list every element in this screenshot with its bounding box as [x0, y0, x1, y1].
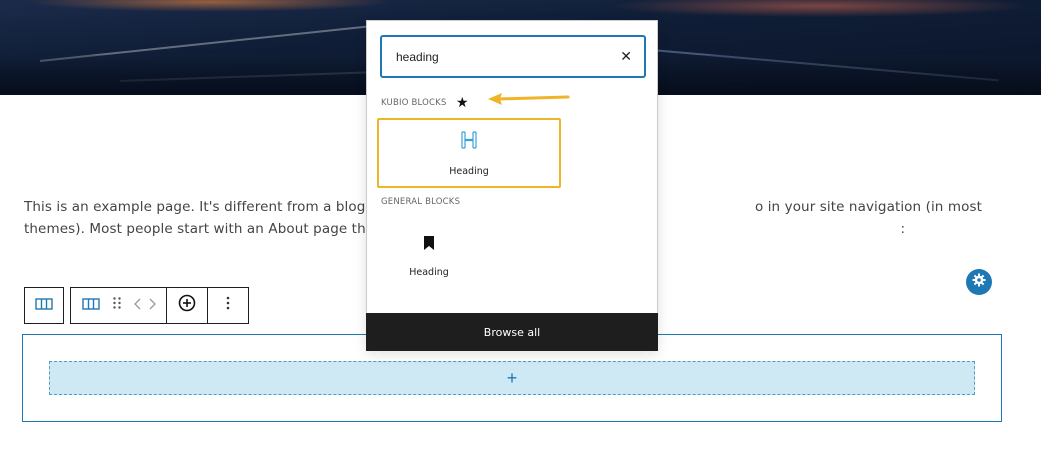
columns-icon [35, 297, 53, 315]
category-label-general: GENERAL BLOCKS [381, 197, 461, 207]
columns-icon[interactable] [81, 297, 100, 315]
browse-all-label: Browse all [483, 325, 541, 339]
general-heading-block[interactable]: Heading [379, 221, 479, 293]
block-settings-button[interactable] [966, 269, 992, 295]
category-label-kubio: KUBIO BLOCKS [381, 98, 447, 108]
star-icon: ★ [456, 94, 469, 110]
block-toolbar [70, 287, 249, 324]
drag-handle-icon[interactable] [112, 296, 122, 315]
block-search-input[interactable] [396, 49, 621, 64]
move-arrows-icon[interactable] [133, 297, 156, 315]
block-label: Heading [449, 166, 489, 177]
browse-all-button[interactable]: Browse all [366, 313, 658, 351]
kubio-heading-block[interactable]: Heading [377, 118, 561, 188]
block-appender-button[interactable]: + [49, 361, 975, 395]
block-inserter-popover: ✕ KUBIO BLOCKS ★ Heading GENERAL BLOCKS … [366, 20, 658, 351]
arrow-left-icon [488, 91, 570, 112]
vertical-ellipsis-icon [226, 296, 230, 315]
more-options-button[interactable] [208, 288, 248, 323]
block-search-box: ✕ [380, 35, 646, 78]
plus-circle-icon [178, 294, 196, 317]
bookmark-icon [423, 231, 435, 255]
block-label: Heading [409, 267, 449, 278]
parent-block-selector-button[interactable] [24, 287, 64, 324]
gear-icon [972, 273, 986, 292]
close-icon[interactable]: ✕ [620, 48, 632, 65]
add-block-button[interactable] [167, 288, 208, 323]
appender-plus: + [506, 367, 518, 388]
block-type-group [71, 288, 167, 323]
heading-h-icon [459, 128, 479, 152]
